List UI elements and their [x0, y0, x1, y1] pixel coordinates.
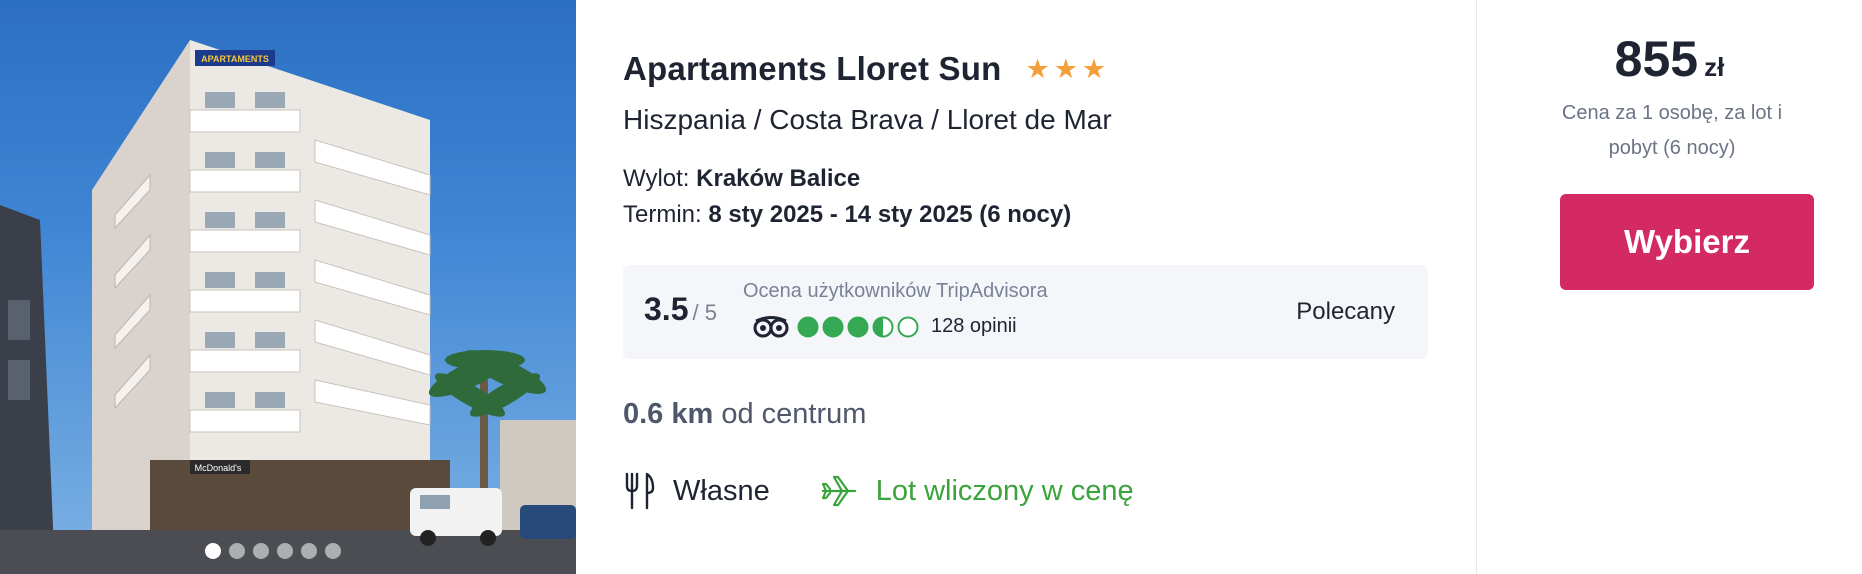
term-info: Termin: 8 sty 2025 - 14 sty 2025 (6 nocy… [623, 201, 1071, 229]
departure-value: Kraków Balice [696, 165, 861, 192]
departure-label: Wylot: [623, 165, 690, 192]
carousel-dot[interactable] [277, 543, 293, 559]
board-feature: Własne [623, 472, 770, 510]
hotel-stars: ★ ★ ★ [1025, 53, 1107, 84]
bubble-full-icon [822, 316, 844, 337]
svg-text:McDonald's: McDonald's [195, 463, 242, 473]
bubble-half-icon [872, 316, 894, 337]
carousel-dot[interactable] [205, 543, 221, 559]
bubble-empty-icon [897, 316, 919, 337]
price-currency: zł [1704, 52, 1725, 82]
term-label: Termin: [623, 201, 702, 228]
board-label: Własne [673, 474, 770, 507]
carousel-dot[interactable] [301, 543, 317, 559]
rating-score: 3.5/ 5 [644, 291, 717, 328]
term-value: 8 sty 2025 - 14 sty 2025 (6 nocy) [708, 201, 1072, 228]
recommended-badge: Polecany [1296, 298, 1395, 325]
rating-bubbles [797, 316, 919, 338]
tripadvisor-rating[interactable]: 128 opinii [753, 315, 1017, 338]
rating-box: 3.5/ 5 Ocena użytkowników TripAdvisora 1… [623, 265, 1428, 359]
hotel-name[interactable]: Apartaments Lloret Sun [623, 50, 1001, 88]
hotel-photo-carousel[interactable]: APARTAMENTS McDonald's [0, 0, 576, 574]
carousel-dot[interactable] [325, 543, 341, 559]
star-icon: ★ [1053, 53, 1078, 84]
carousel-dots [205, 543, 341, 559]
distance-label: od centrum [721, 398, 867, 430]
bubble-full-icon [797, 316, 819, 337]
tripadvisor-owl-icon [753, 315, 789, 337]
select-button[interactable]: Wybierz [1560, 194, 1814, 290]
distance-to-center: 0.6 km od centrum [623, 398, 866, 431]
roof-sign: APARTAMENTS [201, 54, 269, 64]
star-icon: ★ [1025, 53, 1050, 84]
offer-features: Własne Lot wliczony w cenę [623, 472, 1134, 510]
title-row: Apartaments Lloret Sun ★ ★ ★ [623, 50, 1106, 88]
hotel-photo: APARTAMENTS McDonald's [0, 40, 576, 574]
departure-info: Wylot: Kraków Balice [623, 165, 860, 193]
flight-included-label: Lot wliczony w cenę [875, 474, 1134, 507]
distance-value: 0.6 km [623, 398, 714, 430]
cutlery-icon [625, 472, 655, 510]
rating-score-max: / 5 [692, 300, 717, 325]
price-note: Cena za 1 osobę, za lot i pobyt (6 nocy) [1561, 102, 1783, 159]
price-amount: 855 [1614, 31, 1699, 87]
rating-score-value: 3.5 [644, 291, 689, 327]
offer-info: Apartaments Lloret Sun ★ ★ ★ Hiszpania /… [623, 0, 1430, 574]
carousel-dot[interactable] [253, 543, 269, 559]
reviews-count[interactable]: 128 opinii [931, 315, 1017, 338]
airplane-icon [821, 475, 856, 507]
bubble-full-icon [847, 316, 869, 337]
tripadvisor-label: Ocena użytkowników TripAdvisora [743, 280, 1048, 302]
hotel-location: Hiszpania / Costa Brava / Lloret de Mar [623, 104, 1112, 135]
price-column: 855 zł Cena za 1 osobę, za lot i pobyt (6… [1477, 0, 1862, 574]
price: 855 zł [1477, 30, 1862, 88]
star-icon: ★ [1081, 53, 1107, 84]
carousel-dot[interactable] [229, 543, 245, 559]
flight-included-feature: Lot wliczony w cenę [820, 472, 1134, 510]
